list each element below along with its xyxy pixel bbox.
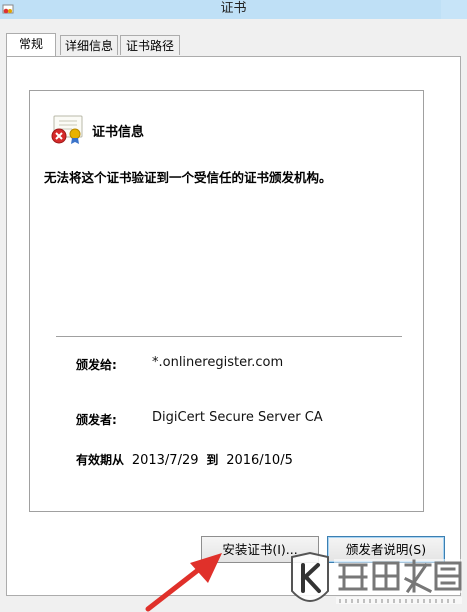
title-bar[interactable]: 证书 (0, 0, 467, 20)
validity-label: 有效期从 (76, 453, 125, 467)
untrusted-warning-text: 无法将这个证书验证到一个受信任的证书颁发机构。 (44, 170, 332, 185)
issued-to-value: *.onlineregister.com (152, 355, 284, 370)
certificate-error-icon (51, 115, 83, 144)
tab-certification-path[interactable]: 证书路径 (120, 35, 180, 55)
validity-row: 有效期从 2013/7/29 到 2016/10/5 (76, 451, 297, 468)
tab-details[interactable]: 详细信息 (60, 35, 118, 55)
red-arrow-annotation (145, 553, 222, 612)
watermark-logo (291, 551, 462, 604)
certificate-dialog: 常规 详细信息 证书路径 证书信息 无法将这个证书验证到一个受信任的证书颁发机构… (0, 19, 467, 612)
title-bar-edge (441, 0, 467, 19)
tab-panel-general: 证书信息 无法将这个证书验证到一个受信任的证书颁发机构。 颁发给: *.onli… (6, 56, 461, 596)
certificate-info-box: 证书信息 无法将这个证书验证到一个受信任的证书颁发机构。 颁发给: *.onli… (29, 90, 424, 512)
divider (56, 336, 402, 337)
certificate-info-heading: 证书信息 (92, 125, 145, 140)
issued-by-value: DigiCert Secure Server CA (152, 410, 323, 425)
valid-from-date: 2013/7/29 (131, 453, 199, 468)
issued-to-label: 颁发给: (76, 358, 117, 372)
window-title: 证书 (220, 1, 247, 16)
tab-general[interactable]: 常规 (6, 33, 56, 56)
valid-to-date: 2016/10/5 (226, 453, 293, 468)
validity-to-word: 到 (206, 453, 219, 467)
issued-by-label: 颁发者: (76, 413, 117, 427)
